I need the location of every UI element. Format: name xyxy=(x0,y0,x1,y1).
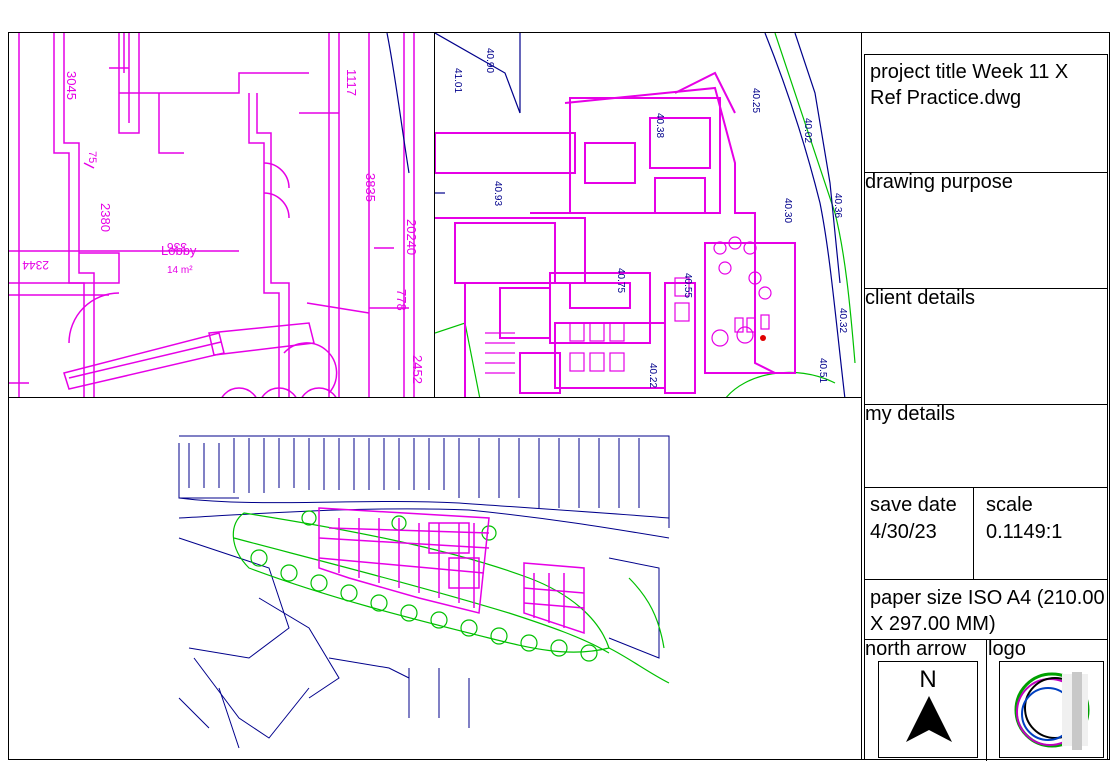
north-arrow-label: north arrow xyxy=(865,638,967,660)
client-details-cell: client details xyxy=(865,287,1107,405)
level-40-25: 40.25 xyxy=(750,88,761,113)
my-details-label: my details xyxy=(865,403,956,425)
date-scale-row: save date 4/30/23 scale 0.1149:1 xyxy=(865,488,1107,580)
room-number: 336 xyxy=(167,240,187,254)
dim-3045: 3045 xyxy=(64,71,79,100)
logo-box xyxy=(999,661,1104,758)
dim-2452: 2452 xyxy=(410,355,425,384)
level-40-93: 40.93 xyxy=(492,181,503,206)
paper-size-cell: paper size ISO A4 (210.00 X 297.00 MM) xyxy=(865,580,1107,640)
site-plan-viewport[interactable] xyxy=(8,397,862,760)
save-date-label: save date xyxy=(870,494,957,516)
level-40-75: 40.75 xyxy=(615,268,626,293)
level-40-36: 40.36 xyxy=(832,193,843,218)
level-40-55: 40.55 xyxy=(682,273,693,298)
scale-value: 0.1149:1 xyxy=(986,521,1063,543)
level-40-02: 40.02 xyxy=(802,118,813,143)
scale-label: scale xyxy=(986,494,1033,516)
drawing-purpose-label: drawing purpose xyxy=(865,171,1013,193)
level-40-30: 40.30 xyxy=(782,198,793,223)
floor-plan-detail-drawing: 3045 2380 3835 20240 778 2452 1117 75 23… xyxy=(9,33,425,397)
room-area: 14 m² xyxy=(167,265,193,276)
level-41-01: 41.01 xyxy=(452,68,463,93)
level-40-90: 40.90 xyxy=(484,48,495,73)
north-logo-row: north arrow logo N xyxy=(865,638,1107,761)
north-arrow-icon xyxy=(906,696,952,742)
dim-75: 75 xyxy=(86,151,98,163)
project-title: project title Week 11 X Ref Practice.dwg xyxy=(870,61,1069,109)
client-details-label: client details xyxy=(865,287,976,309)
drawing-purpose-cell: drawing purpose xyxy=(865,171,1107,289)
insertion-point-marker xyxy=(760,335,766,341)
dim-2380: 2380 xyxy=(98,203,113,232)
plan-overview-viewport[interactable]: 40.90 41.01 40.93 40.75 40.55 40.30 40.0… xyxy=(434,32,862,398)
site-plan-drawing xyxy=(178,435,670,749)
paper-size-label: paper size ISO A4 (210.00 X 297.00 MM) xyxy=(870,587,1105,635)
level-40-51: 40.51 xyxy=(817,358,828,383)
dim-778: 778 xyxy=(394,289,409,311)
title-block: project title Week 11 X Ref Practice.dwg… xyxy=(864,54,1108,761)
level-40-22: 40.22 xyxy=(647,363,658,388)
dim-2344: 2344 xyxy=(22,258,49,272)
dim-20240: 20240 xyxy=(404,219,419,255)
level-40-38: 40.38 xyxy=(654,113,665,138)
logo-icon xyxy=(1014,672,1090,750)
my-details-cell: my details xyxy=(865,403,1107,488)
logo-label: logo xyxy=(988,638,1026,660)
north-arrow-box: N xyxy=(878,661,978,758)
dim-1117: 1117 xyxy=(344,69,359,96)
building-overview-drawing: 40.90 41.01 40.93 40.75 40.55 40.30 40.0… xyxy=(435,33,856,397)
save-date-value: 4/30/23 xyxy=(870,521,937,543)
project-title-cell: project title Week 11 X Ref Practice.dwg xyxy=(865,55,1107,173)
level-40-32: 40.32 xyxy=(837,308,848,333)
plan-detail-viewport[interactable]: 3045 2380 3835 20240 778 2452 1117 75 23… xyxy=(8,32,435,398)
dim-3835: 3835 xyxy=(363,173,378,202)
